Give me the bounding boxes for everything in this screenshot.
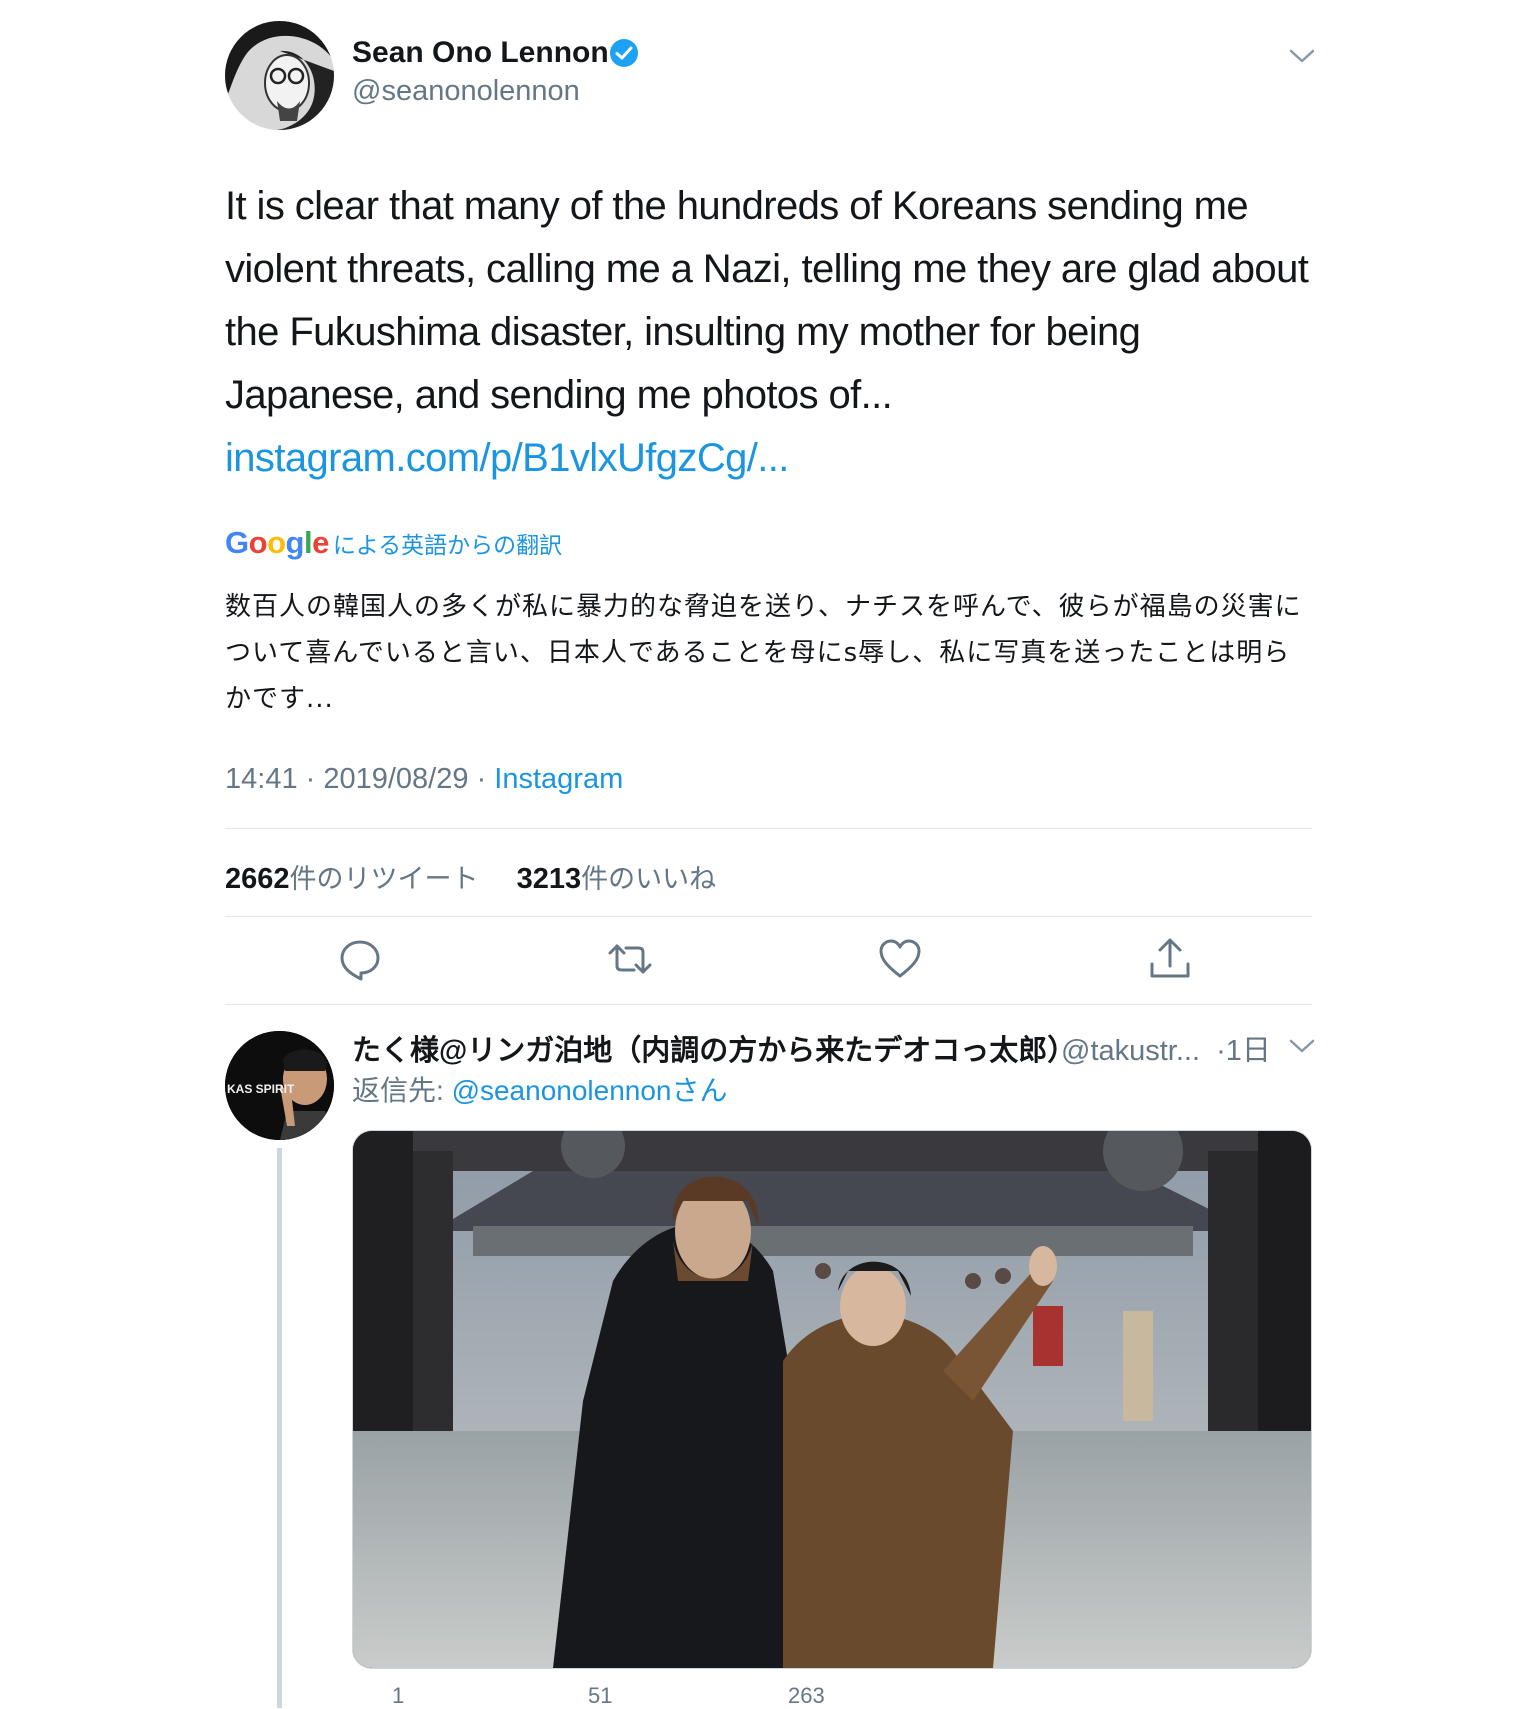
author-avatar[interactable] <box>225 21 334 130</box>
author-handle[interactable]: @seanonolennon <box>352 75 580 108</box>
tweet-source[interactable]: Instagram <box>494 763 623 795</box>
meta-separator: · <box>305 763 324 795</box>
author-name[interactable]: Sean Ono Lennon <box>352 36 609 70</box>
divider <box>225 916 1312 917</box>
like-icon[interactable] <box>877 936 923 982</box>
retweet-count: 2662 <box>225 863 290 895</box>
retweet-icon[interactable] <box>607 936 653 982</box>
like-count-label: 件のいいね <box>581 864 717 894</box>
like-count-link[interactable]: 3213件のいいね <box>517 863 717 895</box>
reply-to-label: 返信先: <box>352 1075 452 1106</box>
divider <box>225 1004 1312 1005</box>
reply-author-name[interactable]: たく様@リンガ泊地（内調の方から来たデオコっ太郎） <box>352 1027 1076 1069</box>
meta-separator: · <box>476 763 495 795</box>
reply-media-photo[interactable] <box>352 1130 1312 1669</box>
tweet-stats: 2662件のリツイート 3213件のいいね <box>225 857 716 896</box>
tweet-body: It is clear that many of the hundreds of… <box>225 184 1309 417</box>
thread-line <box>277 1148 282 1708</box>
avatar-text: KAS SPIRIT <box>227 1082 295 1096</box>
translated-text: 数百人の韓国人の多くが私に暴力的な脅迫を送り、ナチスを呼んで、彼らが福島の災害に… <box>225 592 1302 714</box>
tweet-text: It is clear that many of the hundreds of… <box>225 175 1325 490</box>
reply-to-line: 返信先: @seanonolennonさん <box>352 1069 728 1109</box>
verified-badge-icon <box>609 38 639 68</box>
share-icon[interactable] <box>1147 936 1193 982</box>
reply-author-avatar[interactable]: KAS SPIRIT <box>225 1031 334 1140</box>
reply-author-meta: @takustr... ·1日 <box>1061 1027 1271 1069</box>
tweet-time[interactable]: 14:41 <box>225 763 298 795</box>
reply-like-count[interactable]: 263 <box>788 1683 825 1709</box>
reply-reply-count[interactable]: 1 <box>392 1683 404 1709</box>
reply-retweet-count[interactable]: 51 <box>588 1683 612 1709</box>
chevron-down-icon[interactable] <box>1288 1036 1316 1056</box>
reply-icon[interactable] <box>337 936 383 982</box>
reply-author-handle[interactable]: @takustr... <box>1061 1035 1200 1067</box>
translation-label: による英語からの翻訳 <box>332 532 563 558</box>
translation-header[interactable]: Google による英語からの翻訳 <box>225 525 562 561</box>
retweet-count-label: 件のリツイート <box>289 864 479 894</box>
tweet-link[interactable]: instagram.com/p/B1vlxUfgzCg/... <box>225 436 789 480</box>
google-logo: Google <box>225 525 329 560</box>
tweet-meta: 14:41 · 2019/08/29 · Instagram <box>225 763 623 796</box>
chevron-down-icon[interactable] <box>1288 46 1316 66</box>
like-count: 3213 <box>516 863 582 895</box>
reply-to-handle[interactable]: @seanonolennonさん <box>452 1075 728 1106</box>
divider <box>225 828 1312 829</box>
tweet-date[interactable]: 2019/08/29 <box>323 763 468 795</box>
retweet-count-link[interactable]: 2662件のリツイート <box>225 863 479 895</box>
reply-age[interactable]: ·1日 <box>1216 1035 1271 1067</box>
